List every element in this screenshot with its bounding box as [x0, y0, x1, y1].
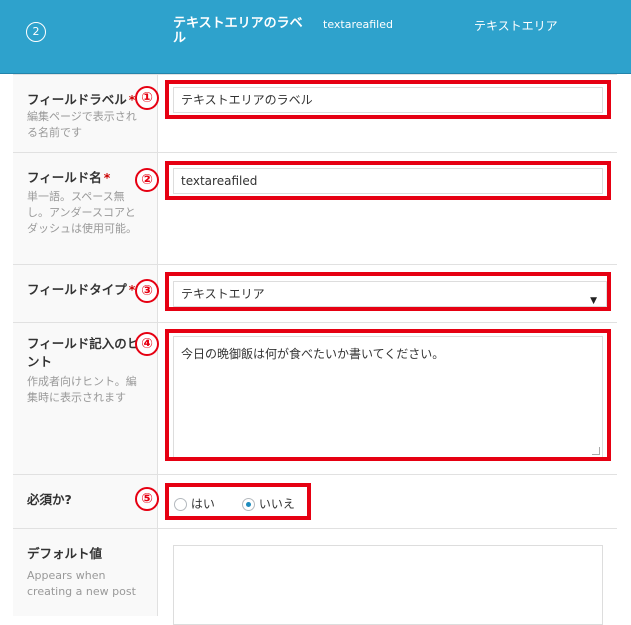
- field-header-name: textareafiled: [323, 18, 393, 31]
- callout-badge-1: ①: [135, 86, 159, 110]
- default-value-textarea[interactable]: [173, 545, 603, 625]
- field-label-desc: 編集ページで表示される名前です: [27, 110, 137, 139]
- field-order-number: 2: [26, 22, 46, 42]
- callout-badge-3: ③: [135, 279, 159, 303]
- row-required: 必須か? はい いいえ: [13, 474, 617, 529]
- field-header[interactable]: 2 テキストエリアのラベル textareafiled テキストエリア: [0, 0, 631, 74]
- field-hint-title: フィールド記入のヒント: [27, 336, 140, 369]
- field-label-title: フィールドラベル *: [27, 92, 136, 107]
- highlight-box-4: [165, 329, 611, 461]
- field-hint-desc: 作成者向けヒント。編集時に表示されます: [27, 375, 137, 404]
- row-default-value: デフォルト値 Appears when creating a new post: [13, 528, 617, 625]
- field-name-desc: 単一語。スペース無し。アンダースコアとダッシュは使用可能。: [27, 190, 137, 235]
- row-label-cell: デフォルト値 Appears when creating a new post: [13, 529, 158, 616]
- callout-badge-5: ⑤: [135, 487, 159, 511]
- row-label-cell: フィールド名 * 単一語。スペース無し。アンダースコアとダッシュは使用可能。: [13, 153, 158, 265]
- default-desc: Appears when creating a new post: [27, 569, 136, 598]
- field-header-label[interactable]: テキストエリアのラベル: [173, 16, 313, 46]
- callout-badge-2: ②: [135, 168, 159, 192]
- row-input-cell: [158, 529, 617, 625]
- highlight-box-2: [165, 161, 611, 200]
- required-title: 必須か?: [27, 492, 72, 507]
- highlight-box-5: [165, 483, 311, 520]
- field-header-type: テキストエリア: [474, 19, 558, 33]
- highlight-box-3: [165, 272, 611, 311]
- callout-badge-4: ④: [135, 332, 159, 356]
- default-title: デフォルト値: [27, 546, 103, 561]
- field-name-title: フィールド名 *: [27, 170, 111, 185]
- field-type-title: フィールドタイプ *: [27, 282, 136, 297]
- highlight-box-1: [165, 80, 611, 119]
- row-label-cell: フィールドラベル * 編集ページで表示される名前です: [13, 75, 158, 153]
